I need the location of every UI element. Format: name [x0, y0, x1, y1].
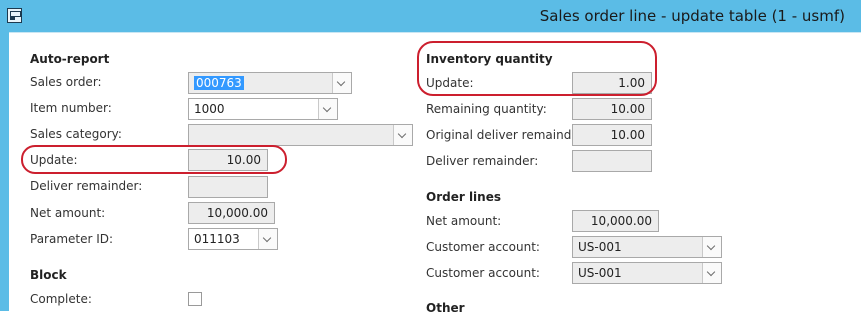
- inventory-quantity-highlight-annotation: [417, 41, 657, 96]
- customer-account-field-2[interactable]: US-001: [572, 262, 722, 284]
- item-number-value: 1000: [194, 102, 225, 116]
- window-left-edge: [0, 32, 9, 311]
- title-bar: Sales order line - update table (1 - usm…: [0, 0, 861, 32]
- chevron-down-icon[interactable]: [702, 263, 721, 283]
- update-highlight-annotation: [21, 145, 287, 174]
- parameter-id-field[interactable]: 011103: [188, 228, 278, 250]
- complete-label: Complete:: [30, 292, 92, 306]
- original-deliver-remainder-field[interactable]: 10.00: [572, 124, 652, 146]
- remaining-quantity-label: Remaining quantity:: [426, 102, 547, 116]
- auto-report-header: Auto-report: [30, 52, 110, 66]
- customer-account-value-1: US-001: [578, 240, 622, 254]
- order-lines-net-amount-field[interactable]: 10,000.00: [572, 210, 659, 232]
- sales-order-label: Sales order:: [30, 75, 102, 89]
- sales-category-label: Sales category:: [30, 127, 122, 141]
- app-icon: [7, 8, 22, 23]
- sales-order-field[interactable]: 000763: [188, 72, 352, 94]
- block-header: Block: [30, 268, 67, 282]
- chevron-down-icon[interactable]: [702, 237, 721, 257]
- customer-account-value-2: US-001: [578, 266, 622, 280]
- net-amount-field[interactable]: 10,000.00: [188, 202, 275, 224]
- net-amount-label: Net amount:: [30, 206, 106, 220]
- original-deliver-remainder-label: Original deliver remainder:: [426, 128, 588, 142]
- parameter-id-value: 011103: [194, 232, 240, 246]
- sales-order-value: 000763: [194, 76, 244, 90]
- chevron-down-icon[interactable]: [332, 73, 351, 93]
- item-number-field[interactable]: 1000: [188, 98, 338, 120]
- inventory-deliver-remainder-label: Deliver remainder:: [426, 154, 539, 168]
- chevron-down-icon[interactable]: [393, 125, 412, 145]
- parameter-id-label: Parameter ID:: [30, 232, 114, 246]
- order-lines-net-amount-label: Net amount:: [426, 214, 502, 228]
- remaining-quantity-field[interactable]: 10.00: [572, 98, 652, 120]
- complete-checkbox[interactable]: [188, 292, 202, 306]
- chevron-down-icon[interactable]: [318, 99, 337, 119]
- order-lines-header: Order lines: [426, 190, 501, 204]
- customer-account-label-1: Customer account:: [426, 240, 540, 254]
- deliver-remainder-label: Deliver remainder:: [30, 179, 143, 193]
- window-title: Sales order line - update table (1 - usm…: [539, 7, 845, 25]
- inventory-deliver-remainder-field[interactable]: [572, 150, 652, 172]
- customer-account-field-1[interactable]: US-001: [572, 236, 722, 258]
- other-header: Other: [426, 301, 465, 315]
- customer-account-label-2: Customer account:: [426, 266, 540, 280]
- deliver-remainder-field[interactable]: [188, 176, 268, 198]
- item-number-label: Item number:: [30, 101, 112, 115]
- chevron-down-icon[interactable]: [258, 229, 277, 249]
- sales-category-field[interactable]: [188, 124, 413, 146]
